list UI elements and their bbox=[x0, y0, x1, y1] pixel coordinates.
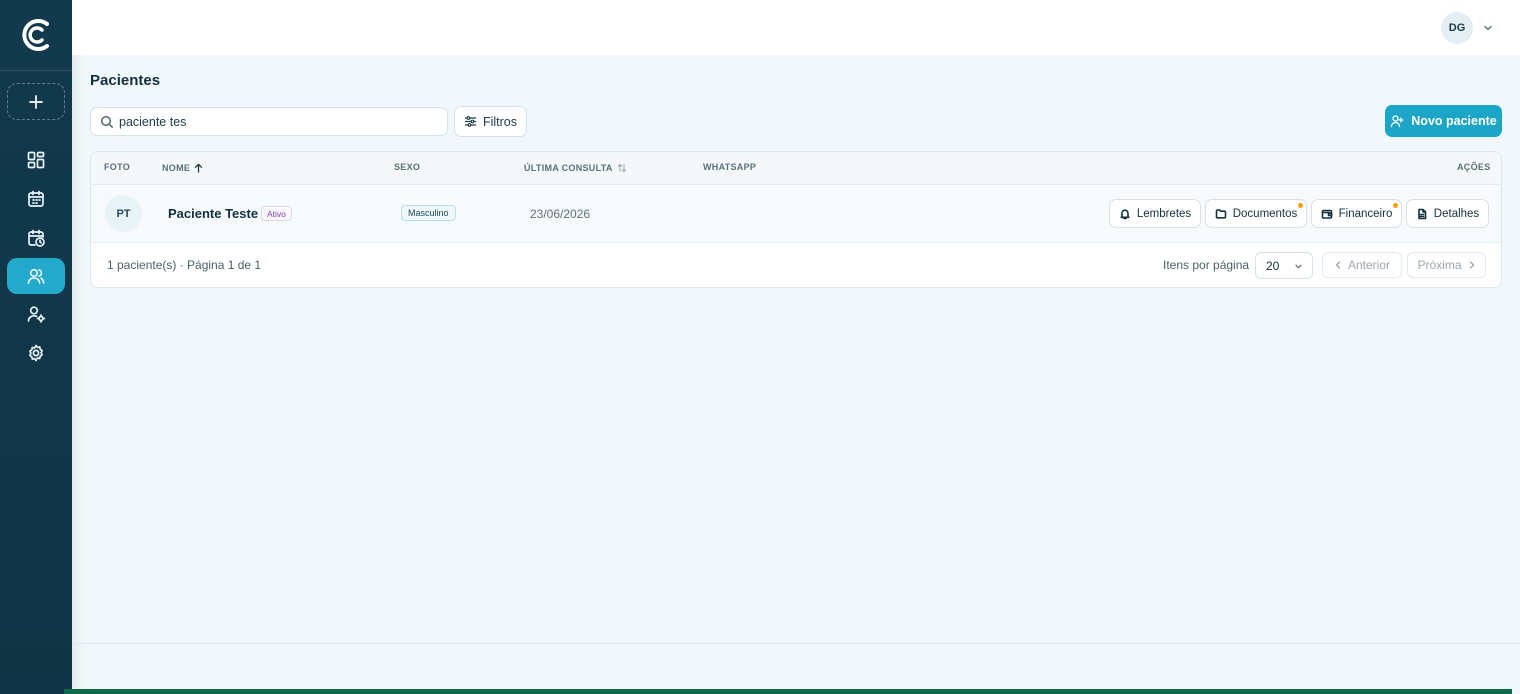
users-icon bbox=[27, 268, 45, 284]
sidebar-divider bbox=[0, 70, 72, 71]
filters-button[interactable]: Filtros bbox=[454, 106, 527, 137]
bottom-accent-bar bbox=[64, 689, 1512, 694]
chevron-down-icon bbox=[1295, 264, 1302, 269]
column-whatsapp: WHATSAPP bbox=[703, 162, 757, 172]
sidebar bbox=[0, 0, 72, 694]
column-sex: SEXO bbox=[394, 162, 421, 172]
column-name[interactable]: NOME bbox=[162, 163, 203, 173]
search-icon bbox=[100, 115, 113, 128]
logo-icon[interactable] bbox=[20, 16, 52, 54]
calendar-clock-icon bbox=[28, 229, 45, 247]
documents-button[interactable]: Documentos bbox=[1205, 199, 1307, 228]
per-page-select[interactable]: 20 bbox=[1255, 252, 1313, 279]
search-box[interactable] bbox=[90, 107, 448, 136]
next-page-button[interactable]: Próxima bbox=[1407, 252, 1486, 278]
sort-ascending-icon bbox=[195, 163, 203, 173]
sidebar-item-users[interactable] bbox=[7, 296, 65, 332]
column-photo: FOTO bbox=[104, 162, 131, 172]
details-button[interactable]: Detalhes bbox=[1406, 199, 1489, 228]
last-visit-date: 23/06/2026 bbox=[530, 207, 591, 221]
notification-dot bbox=[1298, 203, 1303, 208]
sidebar-item-schedule[interactable] bbox=[7, 220, 65, 256]
folder-icon bbox=[1215, 208, 1227, 219]
top-bar bbox=[72, 0, 1520, 55]
search-input[interactable] bbox=[119, 114, 439, 129]
chevron-left-icon bbox=[1335, 261, 1341, 269]
grid-icon bbox=[27, 151, 45, 169]
table-header: FOTO NOME SEXO ÚLTIMA CONSULTA WHATSAPP … bbox=[91, 152, 1501, 185]
new-patient-label: Novo paciente bbox=[1411, 114, 1497, 128]
gear-icon bbox=[29, 344, 43, 362]
sidebar-item-dashboard[interactable] bbox=[7, 142, 65, 178]
sidebar-item-settings[interactable] bbox=[7, 335, 65, 371]
sidebar-item-calendar[interactable] bbox=[7, 181, 65, 217]
file-text-icon bbox=[1417, 208, 1427, 219]
patients-table: FOTO NOME SEXO ÚLTIMA CONSULTA WHATSAPP … bbox=[90, 151, 1502, 288]
sex-badge: Masculino bbox=[401, 205, 456, 221]
filters-label: Filtros bbox=[482, 114, 518, 129]
per-page-label: Itens por página bbox=[1163, 258, 1250, 272]
wallet-icon bbox=[1321, 209, 1332, 219]
status-badge: Ativo bbox=[261, 206, 292, 221]
user-avatar[interactable]: DG bbox=[1441, 12, 1473, 44]
page-title: Pacientes bbox=[90, 72, 161, 89]
notification-dot bbox=[1393, 203, 1398, 208]
calendar-icon bbox=[28, 190, 44, 207]
sort-icon bbox=[617, 164, 626, 172]
sliders-icon bbox=[464, 116, 477, 127]
reminders-button[interactable]: Lembretes bbox=[1109, 199, 1201, 228]
chevron-right-icon bbox=[1469, 261, 1474, 269]
new-patient-button[interactable]: Novo paciente bbox=[1385, 105, 1502, 137]
sidebar-item-patients[interactable] bbox=[7, 258, 65, 294]
bell-icon bbox=[1120, 208, 1130, 219]
sidebar-shadow bbox=[72, 0, 86, 694]
results-summary: 1 paciente(s) · Página 1 de 1 bbox=[107, 258, 262, 272]
finance-button[interactable]: Financeiro bbox=[1311, 199, 1402, 228]
user-cog-icon bbox=[27, 306, 46, 323]
patient-name[interactable]: Paciente Teste bbox=[168, 206, 258, 221]
user-plus-icon bbox=[1391, 115, 1404, 128]
quick-add-button[interactable] bbox=[7, 83, 65, 120]
table-row[interactable]: PT Paciente Teste Ativo Masculino 23/06/… bbox=[91, 185, 1501, 243]
footer-divider bbox=[72, 643, 1520, 644]
chevron-down-icon[interactable] bbox=[1482, 22, 1494, 34]
plus-icon bbox=[29, 94, 43, 109]
patient-avatar: PT bbox=[105, 195, 142, 232]
previous-page-button[interactable]: Anterior bbox=[1322, 252, 1402, 278]
column-actions: AÇÕES bbox=[1457, 162, 1491, 172]
column-last-visit[interactable]: ÚLTIMA CONSULTA bbox=[524, 163, 627, 173]
